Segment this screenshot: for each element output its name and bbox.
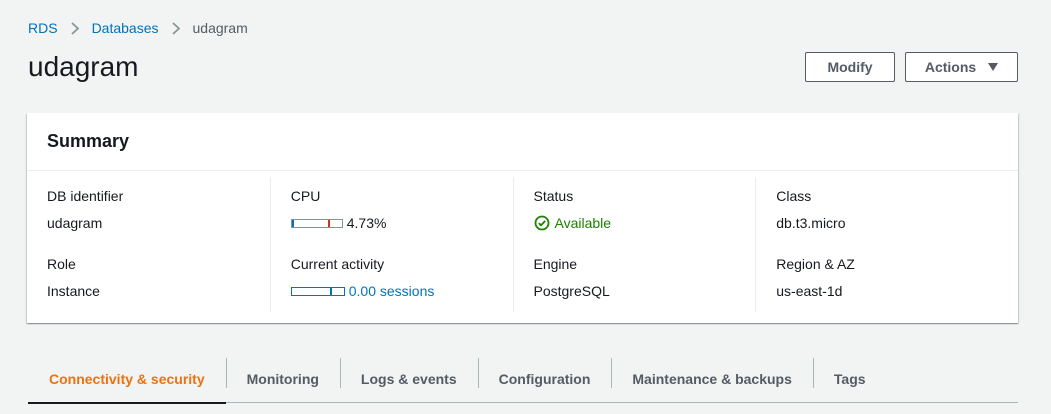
check-circle-icon: [534, 215, 549, 231]
region-az-value: us-east-1d: [776, 283, 843, 299]
tab-bar: Connectivity & security Monitoring Logs …: [28, 355, 1018, 404]
summary-header: Summary: [27, 113, 1018, 171]
current-activity-label: Current activity: [290, 256, 385, 272]
db-identifier-value: udagram: [47, 215, 103, 231]
status-value-row: Available: [534, 215, 756, 231]
summary-columns: DB identifier udagram Role Instance CPU …: [27, 171, 1018, 312]
region-az-field: Region & AZ us-east-1d: [776, 245, 998, 313]
breadcrumb-current: udagram: [192, 20, 248, 36]
engine-label: Engine: [533, 256, 578, 272]
tab-tags[interactable]: Tags: [812, 355, 887, 402]
class-value: db.t3.micro: [776, 215, 846, 231]
activity-usage-bar-icon: [290, 286, 345, 296]
tab-logs-events[interactable]: Logs & events: [339, 355, 478, 402]
role-field: Role Instance: [47, 245, 270, 313]
actions-button[interactable]: Actions: [905, 52, 1018, 82]
cpu-value: 4.73%: [346, 215, 387, 231]
summary-column-3: Status Available Engine PostgreSQL: [512, 177, 756, 313]
tab-label: Connectivity & security: [49, 370, 205, 387]
summary-title: Summary: [47, 131, 130, 151]
tab-connectivity-security[interactable]: Connectivity & security: [28, 355, 226, 404]
current-activity-link[interactable]: 0.00 sessions: [349, 283, 435, 299]
tab-label: Tags: [833, 370, 866, 387]
breadcrumb-rds[interactable]: RDS: [28, 20, 58, 36]
cpu-usage-bar-fill: [291, 219, 295, 227]
tab-configuration[interactable]: Configuration: [477, 355, 612, 402]
class-label: Class: [776, 188, 812, 204]
role-value: Instance: [47, 283, 100, 299]
engine-value: PostgreSQL: [533, 283, 610, 299]
region-az-label: Region & AZ: [776, 256, 855, 272]
tab-label: Logs & events: [360, 370, 457, 387]
cpu-label: CPU: [290, 188, 321, 204]
status-value: Available: [554, 215, 612, 231]
role-label: Role: [47, 256, 76, 272]
caret-down-icon: [988, 63, 999, 71]
db-identifier-label: DB identifier: [47, 188, 124, 204]
engine-field: Engine PostgreSQL: [534, 245, 756, 313]
cpu-field: CPU 4.73%: [290, 177, 513, 245]
tab-monitoring[interactable]: Monitoring: [225, 355, 340, 402]
current-activity-field: Current activity 0.00 sessions: [290, 245, 513, 313]
summary-column-1: DB identifier udagram Role Instance: [27, 177, 270, 312]
breadcrumb-databases[interactable]: Databases: [92, 20, 159, 36]
cpu-usage-bar-icon: [290, 218, 343, 228]
actions-button-label: Actions: [924, 59, 977, 75]
status-label: Status: [533, 188, 574, 204]
modify-button-label: Modify: [827, 59, 873, 75]
tab-label: Configuration: [498, 370, 591, 387]
db-identifier-field: DB identifier udagram: [47, 177, 270, 245]
status-field: Status Available: [534, 177, 756, 245]
breadcrumb: RDS Databases udagram: [28, 18, 248, 38]
page-title: udagram: [28, 51, 139, 82]
class-field: Class db.t3.micro: [776, 177, 998, 245]
cpu-value-row: 4.73%: [290, 215, 513, 231]
chevron-right-icon: [159, 21, 193, 35]
summary-column-4: Class db.t3.micro Region & AZ us-east-1d: [755, 177, 998, 312]
activity-usage-bar-threshold: [329, 287, 332, 295]
chevron-right-icon: [58, 21, 92, 35]
summary-panel: Summary DB identifier udagram Role Insta…: [27, 113, 1018, 323]
tab-label: Maintenance & backups: [632, 370, 792, 387]
tab-label: Monitoring: [246, 370, 319, 387]
modify-button[interactable]: Modify: [805, 52, 895, 82]
cpu-usage-bar-threshold: [327, 219, 330, 227]
summary-column-2: CPU 4.73% Current activity 0.00 sessions: [269, 177, 513, 313]
tab-maintenance-backups[interactable]: Maintenance & backups: [611, 355, 813, 402]
current-activity-value-row: 0.00 sessions: [290, 283, 513, 299]
